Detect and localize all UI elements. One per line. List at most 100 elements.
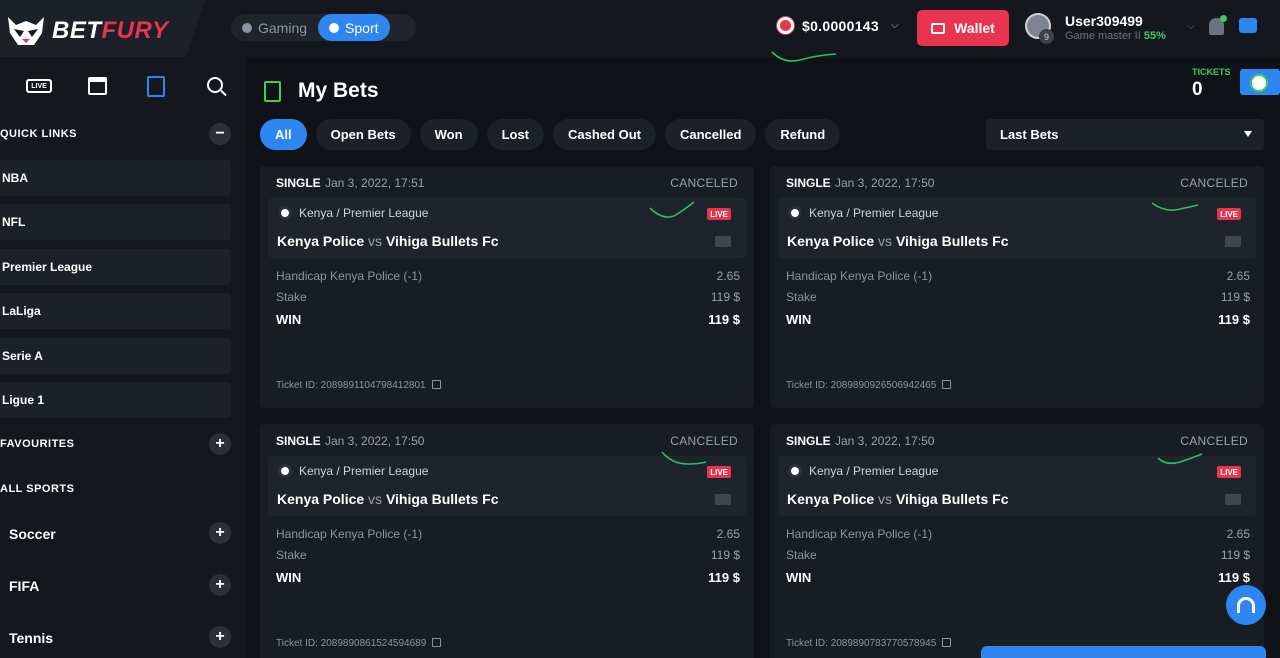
tickets-widget[interactable]: TICKETS 0 [1192, 65, 1280, 105]
bet-card[interactable]: SINGLE Jan 3, 2022, 17:50 CANCELED Kenya… [770, 424, 1264, 658]
calendar-icon[interactable] [88, 77, 107, 95]
bet-status: CANCELED [670, 176, 738, 190]
user-rank: Game master II 55% [1065, 30, 1166, 42]
bottom-panel-tab[interactable] [981, 646, 1266, 658]
match-name: Kenya Police vs Vihiga Bullets Fc [787, 491, 1009, 507]
copy-icon[interactable] [942, 380, 952, 389]
sidebar-item-ligue-1[interactable]: Ligue 1 [0, 382, 231, 418]
market-row: Handicap Kenya Police (-1) 2.65 [276, 269, 740, 283]
win-row: WIN 119 $ [276, 312, 740, 327]
user-menu[interactable]: 9 User309499 Game master II 55% ⌵ [1025, 13, 1195, 45]
copy-icon[interactable] [942, 638, 952, 647]
sport-icon [329, 22, 340, 33]
bet-date: Jan 3, 2022, 17:50 [835, 176, 935, 190]
support-button[interactable] [1226, 585, 1266, 625]
stats-icon[interactable] [1225, 236, 1241, 247]
stake-row: Stake 119 $ [786, 290, 1250, 304]
soccer-ball-icon [788, 206, 802, 220]
page-title: My Bets [298, 79, 379, 102]
bet-type: SINGLE [276, 176, 321, 190]
bet-card[interactable]: SINGLE Jan 3, 2022, 17:50 CANCELED Kenya… [770, 166, 1264, 408]
bet-status: CANCELED [1180, 434, 1248, 448]
market-row: Handicap Kenya Police (-1) 2.65 [786, 269, 1250, 283]
stake-row: Stake 119 $ [276, 290, 740, 304]
caret-down-icon [1244, 131, 1252, 137]
favourites-title: FAVOURITES [0, 438, 75, 450]
filter-won[interactable]: Won [419, 119, 478, 150]
win-row: WIN 119 $ [786, 312, 1250, 327]
mode-switch: Gaming Sport [231, 14, 416, 41]
wallet-icon [931, 22, 946, 34]
bell-icon[interactable] [1209, 15, 1227, 35]
username: User309499 [1065, 13, 1143, 29]
sidebar-item-premier-league[interactable]: Premier League [0, 249, 231, 285]
bet-date: Jan 3, 2022, 17:51 [325, 176, 425, 190]
bet-card[interactable]: SINGLE Jan 3, 2022, 17:50 CANCELED Kenya… [260, 424, 754, 658]
copy-icon[interactable] [431, 380, 441, 389]
balance-selector[interactable]: $0.0000143 ⌵ [777, 17, 899, 34]
bet-date: Jan 3, 2022, 17:50 [325, 434, 425, 448]
bet-card[interactable]: SINGLE Jan 3, 2022, 17:51 CANCELED Kenya… [260, 166, 754, 408]
stats-icon[interactable] [1225, 494, 1241, 505]
match-name: Kenya Police vs Vihiga Bullets Fc [277, 233, 499, 249]
sidebar-item-fifa[interactable]: FIFA [9, 578, 39, 594]
filter-open-bets[interactable]: Open Bets [315, 119, 411, 150]
bet-filters: All Open Bets Won Lost Cashed Out Cancel… [260, 119, 841, 150]
live-badge: LIVE [1217, 208, 1241, 220]
sort-select[interactable]: Last Bets [986, 119, 1264, 150]
bet-type: SINGLE [786, 434, 831, 448]
ticket-id: Ticket ID: 2089890861524594689 [276, 638, 442, 649]
filter-lost[interactable]: Lost [486, 119, 545, 150]
filter-refund[interactable]: Refund [765, 119, 841, 150]
quick-links-title: QUICK LINKS [0, 128, 77, 140]
soccer-ball-icon [278, 464, 292, 478]
match-name: Kenya Police vs Vihiga Bullets Fc [277, 491, 499, 507]
raccoon-logo-icon [8, 17, 44, 45]
market-row: Handicap Kenya Police (-1) 2.65 [276, 527, 740, 541]
sidebar-item-tennis[interactable]: Tennis [9, 630, 53, 646]
headset-icon [1237, 597, 1255, 613]
sidebar-item-soccer[interactable]: Soccer [9, 526, 56, 542]
stats-icon[interactable] [715, 236, 731, 247]
sidebar-toolbar: LIVE [0, 75, 246, 99]
win-row: WIN 119 $ [786, 570, 1250, 585]
sidebar-item-nfl[interactable]: NFL [0, 204, 231, 240]
bet-type: SINGLE [786, 176, 831, 190]
bet-status: CANCELED [1180, 176, 1248, 190]
expand-tennis-button[interactable]: + [209, 626, 231, 648]
ticket-id: Ticket ID: 2089890926506942465 [786, 380, 952, 391]
sidebar-item-serie-a[interactable]: Serie A [0, 338, 231, 374]
logo[interactable]: BETFURY [0, 0, 205, 62]
expand-fifa-button[interactable]: + [209, 574, 231, 596]
stats-icon[interactable] [715, 494, 731, 505]
search-icon[interactable] [207, 77, 223, 93]
filter-cashed-out[interactable]: Cashed Out [553, 119, 656, 150]
collapse-quick-links-button[interactable]: − [209, 123, 231, 145]
league-name: Kenya / Premier League [809, 464, 939, 478]
market-row: Handicap Kenya Police (-1) 2.65 [786, 527, 1250, 541]
expand-favourites-button[interactable]: + [209, 433, 231, 455]
copy-icon[interactable] [432, 638, 442, 647]
sidebar-item-laliga[interactable]: LaLiga [0, 293, 231, 329]
live-badge: LIVE [707, 208, 731, 220]
gaming-mode-button[interactable]: Gaming [231, 14, 318, 41]
filter-all[interactable]: All [260, 119, 307, 150]
live-icon[interactable]: LIVE [26, 79, 52, 93]
live-badge: LIVE [1217, 466, 1241, 478]
wallet-button[interactable]: Wallet [917, 10, 1009, 46]
live-badge: LIVE [707, 466, 731, 478]
all-sports-title: ALL SPORTS [0, 483, 75, 495]
stake-row: Stake 119 $ [786, 548, 1250, 562]
bet-date: Jan 3, 2022, 17:50 [835, 434, 935, 448]
expand-soccer-button[interactable]: + [209, 522, 231, 544]
ticket-icon [1240, 69, 1280, 95]
my-bets-icon[interactable] [147, 76, 165, 97]
sport-mode-button[interactable]: Sport [318, 14, 390, 41]
sidebar-item-nba[interactable]: NBA [0, 160, 231, 196]
filter-cancelled[interactable]: Cancelled [664, 119, 757, 150]
sidebar: LIVE QUICK LINKS − NBA NFL Premier Leagu… [0, 57, 246, 658]
gaming-icon [242, 22, 252, 33]
soccer-ball-icon [788, 464, 802, 478]
chevron-down-icon: ⌵ [1187, 21, 1195, 32]
chat-icon[interactable] [1239, 18, 1257, 33]
